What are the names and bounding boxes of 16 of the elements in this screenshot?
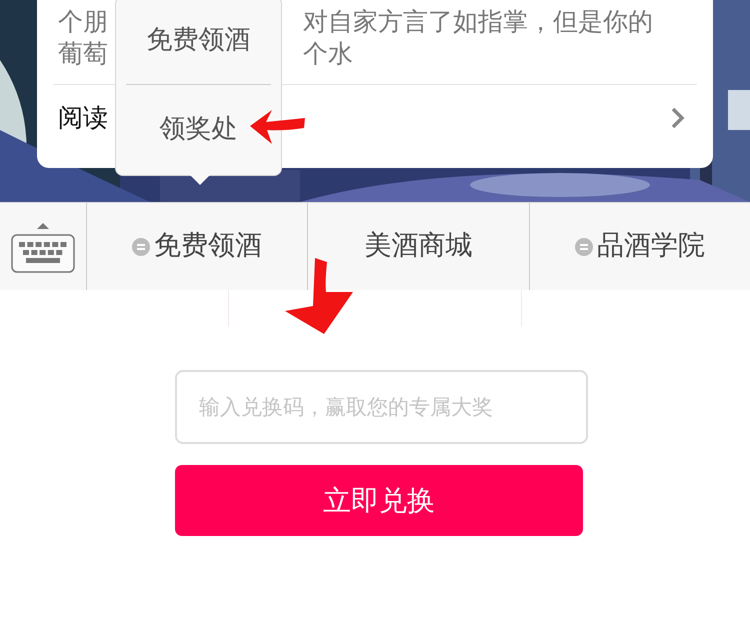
menu-tab[interactable]: 品酒学院 [596, 226, 705, 267]
article-text: 对自家方言了如指掌，但是你的 [303, 6, 653, 38]
read-link[interactable]: 阅读 [58, 98, 108, 136]
popup-menu-item[interactable]: 领奖处 [160, 110, 238, 148]
redeem-button[interactable]: 立即兑换 [175, 465, 583, 536]
keyboard-icon[interactable] [11, 220, 75, 272]
arrow-icon [285, 258, 353, 334]
article-text: 葡萄 [58, 38, 109, 70]
menu-tab[interactable]: 免费领酒 [154, 226, 262, 267]
popup-menu-item[interactable]: 免费领酒 [146, 21, 250, 60]
menu-tab[interactable]: 美酒商城 [364, 226, 472, 267]
redeem-code-field[interactable]: 输入兑换码，赢取您的专属大奖 [175, 370, 588, 444]
article-text: 个水 [303, 38, 353, 70]
chevron-right-icon [671, 106, 685, 128]
arrow-icon [250, 110, 306, 146]
article-text: 个朋 [58, 6, 109, 38]
